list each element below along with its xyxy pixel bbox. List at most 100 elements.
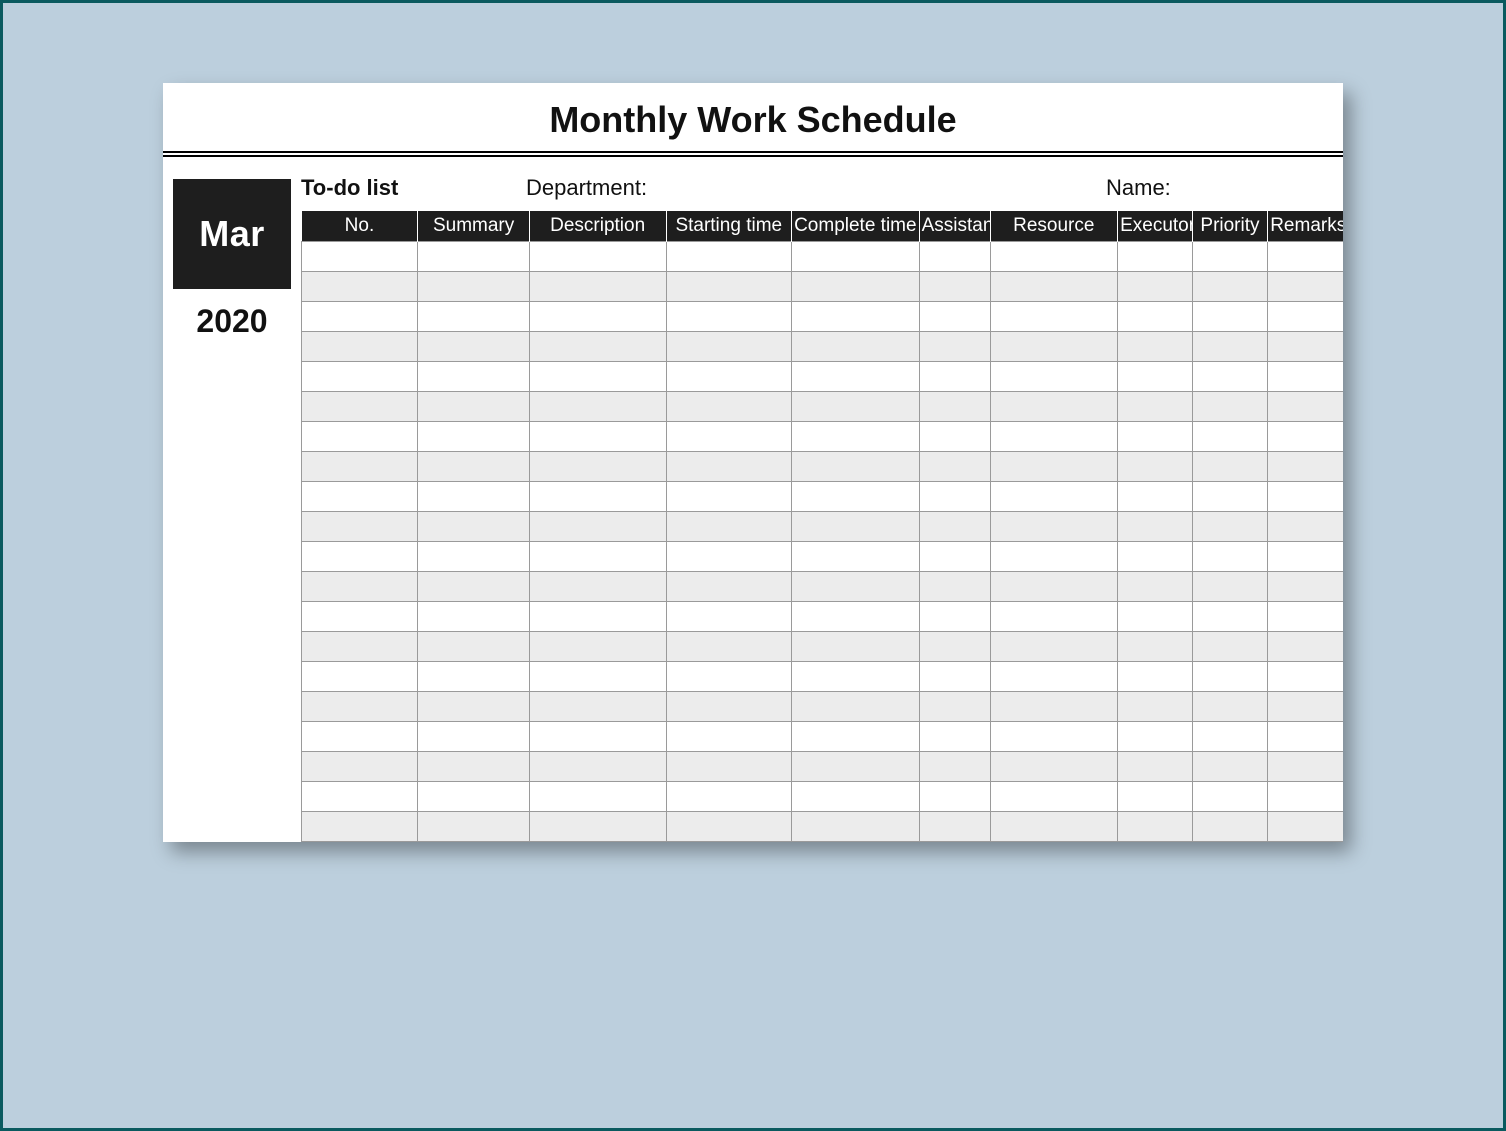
table-cell[interactable] — [990, 811, 1118, 841]
table-cell[interactable] — [418, 421, 529, 451]
table-cell[interactable] — [1193, 421, 1268, 451]
table-cell[interactable] — [666, 241, 792, 271]
table-cell[interactable] — [1193, 391, 1268, 421]
table-cell[interactable] — [529, 361, 666, 391]
table-cell[interactable] — [1118, 751, 1193, 781]
table-cell[interactable] — [919, 751, 990, 781]
table-cell[interactable] — [666, 331, 792, 361]
table-cell[interactable] — [792, 451, 920, 481]
table-cell[interactable] — [1118, 301, 1193, 331]
table-cell[interactable] — [302, 391, 418, 421]
table-cell[interactable] — [1118, 601, 1193, 631]
table-cell[interactable] — [418, 361, 529, 391]
table-cell[interactable] — [666, 751, 792, 781]
table-cell[interactable] — [529, 691, 666, 721]
table-cell[interactable] — [666, 361, 792, 391]
table-cell[interactable] — [919, 301, 990, 331]
table-cell[interactable] — [919, 271, 990, 301]
table-cell[interactable] — [529, 601, 666, 631]
table-cell[interactable] — [919, 331, 990, 361]
table-cell[interactable] — [529, 751, 666, 781]
table-cell[interactable] — [1267, 691, 1343, 721]
table-cell[interactable] — [1267, 661, 1343, 691]
table-cell[interactable] — [302, 751, 418, 781]
table-cell[interactable] — [418, 571, 529, 601]
table-cell[interactable] — [666, 781, 792, 811]
table-cell[interactable] — [666, 451, 792, 481]
table-cell[interactable] — [919, 691, 990, 721]
table-cell[interactable] — [1118, 721, 1193, 751]
table-cell[interactable] — [418, 691, 529, 721]
table-cell[interactable] — [418, 331, 529, 361]
table-cell[interactable] — [302, 571, 418, 601]
table-cell[interactable] — [1118, 661, 1193, 691]
table-cell[interactable] — [418, 481, 529, 511]
table-cell[interactable] — [792, 811, 920, 841]
table-cell[interactable] — [666, 421, 792, 451]
table-cell[interactable] — [529, 811, 666, 841]
table-cell[interactable] — [919, 601, 990, 631]
table-cell[interactable] — [990, 391, 1118, 421]
table-cell[interactable] — [792, 541, 920, 571]
table-cell[interactable] — [990, 661, 1118, 691]
table-cell[interactable] — [418, 631, 529, 661]
table-cell[interactable] — [302, 811, 418, 841]
table-cell[interactable] — [1118, 811, 1193, 841]
table-cell[interactable] — [418, 751, 529, 781]
table-cell[interactable] — [666, 661, 792, 691]
table-cell[interactable] — [1267, 721, 1343, 751]
table-cell[interactable] — [990, 751, 1118, 781]
table-cell[interactable] — [1193, 811, 1268, 841]
table-cell[interactable] — [1193, 301, 1268, 331]
table-cell[interactable] — [1267, 271, 1343, 301]
table-cell[interactable] — [990, 481, 1118, 511]
table-cell[interactable] — [990, 631, 1118, 661]
table-cell[interactable] — [529, 781, 666, 811]
table-cell[interactable] — [666, 571, 792, 601]
table-cell[interactable] — [302, 691, 418, 721]
table-cell[interactable] — [990, 421, 1118, 451]
table-cell[interactable] — [1267, 811, 1343, 841]
table-cell[interactable] — [1267, 541, 1343, 571]
table-cell[interactable] — [792, 571, 920, 601]
table-cell[interactable] — [1193, 751, 1268, 781]
table-cell[interactable] — [529, 721, 666, 751]
table-cell[interactable] — [666, 511, 792, 541]
table-cell[interactable] — [302, 301, 418, 331]
table-cell[interactable] — [990, 781, 1118, 811]
table-cell[interactable] — [418, 541, 529, 571]
table-cell[interactable] — [990, 601, 1118, 631]
table-cell[interactable] — [1193, 361, 1268, 391]
table-cell[interactable] — [1193, 661, 1268, 691]
table-cell[interactable] — [1118, 511, 1193, 541]
table-cell[interactable] — [1267, 331, 1343, 361]
table-cell[interactable] — [302, 661, 418, 691]
table-cell[interactable] — [1118, 631, 1193, 661]
table-cell[interactable] — [302, 631, 418, 661]
table-cell[interactable] — [1118, 781, 1193, 811]
table-cell[interactable] — [529, 571, 666, 601]
table-cell[interactable] — [1193, 331, 1268, 361]
table-cell[interactable] — [302, 541, 418, 571]
table-cell[interactable] — [1193, 631, 1268, 661]
table-cell[interactable] — [990, 691, 1118, 721]
table-cell[interactable] — [1267, 391, 1343, 421]
table-cell[interactable] — [529, 391, 666, 421]
table-cell[interactable] — [919, 481, 990, 511]
table-cell[interactable] — [792, 301, 920, 331]
table-cell[interactable] — [302, 781, 418, 811]
table-cell[interactable] — [529, 241, 666, 271]
table-cell[interactable] — [919, 811, 990, 841]
table-cell[interactable] — [666, 691, 792, 721]
table-cell[interactable] — [919, 391, 990, 421]
table-cell[interactable] — [1193, 271, 1268, 301]
table-cell[interactable] — [919, 361, 990, 391]
table-cell[interactable] — [1267, 241, 1343, 271]
table-cell[interactable] — [529, 331, 666, 361]
table-cell[interactable] — [1193, 781, 1268, 811]
table-cell[interactable] — [418, 241, 529, 271]
table-cell[interactable] — [919, 571, 990, 601]
table-cell[interactable] — [792, 331, 920, 361]
table-cell[interactable] — [666, 391, 792, 421]
table-cell[interactable] — [418, 811, 529, 841]
